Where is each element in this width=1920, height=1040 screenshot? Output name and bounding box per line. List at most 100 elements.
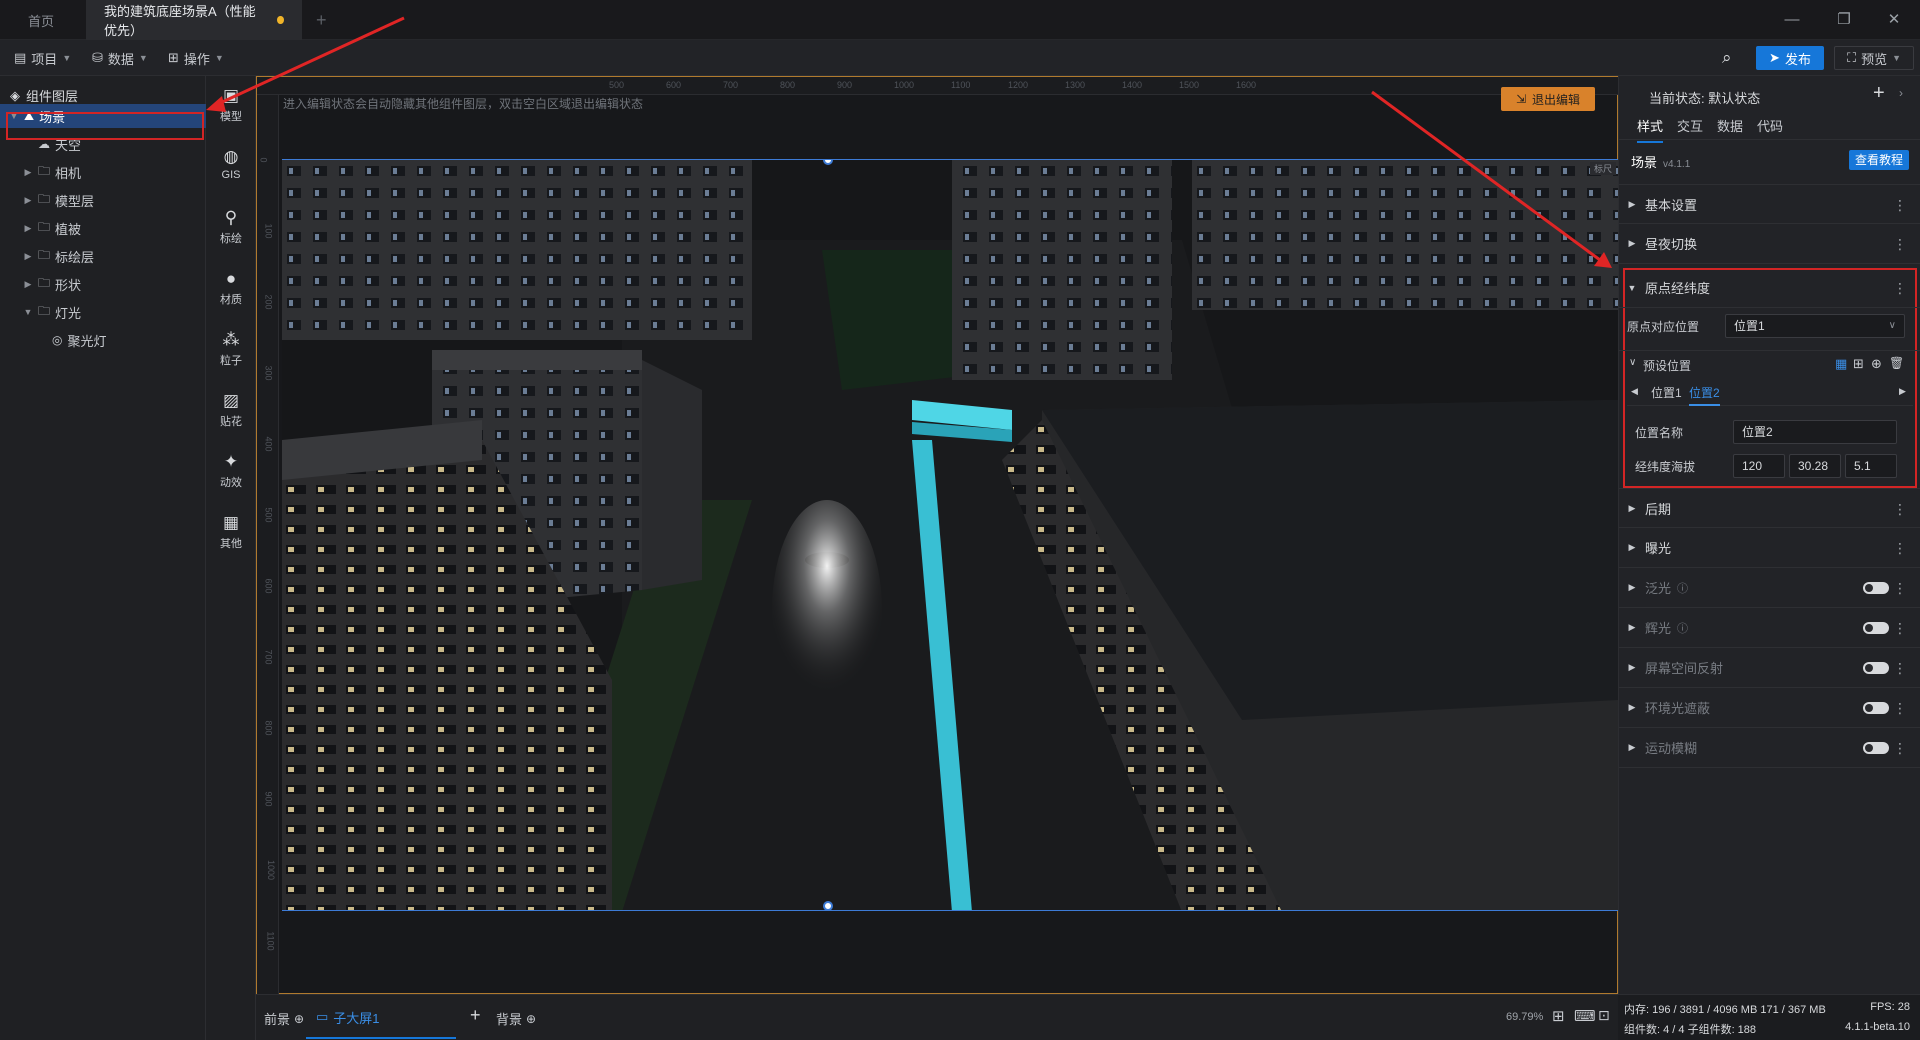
section-post[interactable]: ▶ 后期 ⋮ (1619, 488, 1920, 528)
ao-toggle[interactable] (1863, 702, 1889, 714)
next-arrow-icon[interactable]: ▶ (1899, 386, 1906, 397)
section-ssr[interactable]: ▶ 屏幕空间反射 ⋮ (1619, 648, 1920, 688)
section-ao[interactable]: ▶ 环境光遮蔽 ⋮ (1619, 688, 1920, 728)
tool-globe[interactable]: ◍ GIS (206, 141, 256, 193)
more-icon[interactable]: ⋮ (1893, 197, 1907, 214)
tool-decal[interactable]: ▨ 贴花 (206, 385, 256, 437)
trash-icon[interactable]: 🗑 (1889, 356, 1904, 370)
more-icon[interactable]: ⋮ (1893, 700, 1907, 717)
tool-effect[interactable]: ✦ 动效 (206, 446, 256, 498)
more-icon[interactable]: ⋮ (1893, 540, 1907, 557)
add-screen-button[interactable]: + (470, 1005, 481, 1026)
tool-particle[interactable]: ⁂ 粒子 (206, 324, 256, 376)
add-state-button[interactable]: + (1873, 82, 1885, 105)
layer-item[interactable]: ▶ 🗀 相机 (0, 160, 206, 184)
section-bloom[interactable]: ▶ 泛光 ⓘ ⋮ (1619, 568, 1920, 608)
menu-operate-label: 操作 (183, 51, 210, 67)
screen-tab-1[interactable]: ▭ 子大屏1 (306, 997, 456, 1039)
preset-tab-1[interactable]: 位置1 (1651, 384, 1682, 401)
resize-handle-bottom[interactable] (823, 901, 833, 910)
menu-data[interactable]: ⛁ 数据 ▼ (92, 46, 148, 70)
menu-project[interactable]: ▤ 项目 ▼ (14, 46, 71, 70)
tab-style[interactable]: 样式 (1637, 116, 1664, 143)
minimize-icon[interactable]: — (1782, 10, 1802, 30)
motion-blur-toggle[interactable] (1863, 742, 1889, 754)
help-icon[interactable]: ⓘ (1677, 620, 1688, 636)
more-icon[interactable]: ⋮ (1893, 620, 1907, 637)
layer-item[interactable]: ▶ 🗀 植被 (0, 216, 206, 240)
preview-button[interactable]: ⛶ 预览 ▼ (1834, 46, 1914, 70)
section-glow[interactable]: ▶ 辉光 ⓘ ⋮ (1619, 608, 1920, 648)
more-icon[interactable]: ⋮ (1893, 236, 1907, 253)
layer-item[interactable]: ◎ 聚光灯 (0, 328, 206, 352)
fit-screen-icon[interactable]: ⊞ (1552, 1007, 1565, 1025)
section-basic[interactable]: ▶ 基本设置 ⋮ (1619, 184, 1920, 224)
table-icon[interactable]: ⊞ (1853, 356, 1864, 372)
layer-item[interactable]: ▶ 🗀 标绘层 (0, 244, 206, 268)
add-circle-icon[interactable]: ⊕ (526, 1012, 536, 1026)
tab-data[interactable]: 数据 (1717, 116, 1743, 135)
more-icon[interactable]: ⋮ (1893, 740, 1907, 757)
layer-item[interactable]: ▼ 🗀 灯光 (0, 300, 206, 324)
close-icon[interactable]: ✕ (1884, 10, 1904, 30)
layout-icon[interactable]: ▦ (1835, 356, 1847, 372)
caret-right-icon[interactable]: ▶ (22, 279, 34, 290)
background-layer-tab[interactable]: 背景 ⊕ (496, 1009, 536, 1028)
add-circle-icon[interactable]: ⊕ (294, 1012, 304, 1026)
new-tab-button[interactable]: + (316, 10, 327, 31)
position-name-input[interactable]: 位置2 (1733, 420, 1897, 444)
more-icon[interactable]: ⋮ (1893, 660, 1907, 677)
section-daynight[interactable]: ▶ 昼夜切换 ⋮ (1619, 224, 1920, 264)
editor-canvas[interactable]: 500 600 700 800 900 1000 1100 1200 1300 1400 1500 1… (256, 76, 1619, 995)
caret-right-icon[interactable]: ▶ (22, 223, 34, 234)
preset-tab-2[interactable]: 位置2 (1689, 384, 1720, 406)
tab-home[interactable]: 首页 (10, 0, 72, 40)
exit-edit-button[interactable]: ⇲ 退出编辑 (1501, 87, 1595, 111)
prev-arrow-icon[interactable]: ◀ (1631, 386, 1638, 397)
section-exposure[interactable]: ▶ 曝光 ⋮ (1619, 528, 1920, 568)
tab-interaction[interactable]: 交互 (1677, 116, 1703, 135)
caret-right-icon[interactable]: ▶ (22, 251, 34, 262)
section-motion-blur[interactable]: ▶ 运动模糊 ⋮ (1619, 728, 1920, 768)
caret-down-icon[interactable]: ▼ (22, 307, 34, 317)
keyboard-icon[interactable]: ⌨ (1574, 1007, 1596, 1025)
caret-right-icon: ▶ (1628, 502, 1636, 513)
front-layer-label: 前景 (264, 1012, 291, 1027)
tool-pin[interactable]: ⚲ 标绘 (206, 202, 256, 254)
tab-code[interactable]: 代码 (1757, 116, 1783, 135)
latitude-input[interactable]: 30.28 (1789, 454, 1841, 478)
restore-icon[interactable]: ❐ (1834, 10, 1854, 30)
tool-material[interactable]: ● 材质 (206, 263, 256, 315)
more-icon[interactable]: ⋮ (1893, 580, 1907, 597)
ssr-toggle[interactable] (1863, 662, 1889, 674)
tool-grid[interactable]: ▦ 其他 (206, 507, 256, 559)
layers-title: 组件图层 (26, 89, 79, 104)
publish-button[interactable]: ➤ 发布 (1756, 46, 1824, 70)
help-icon[interactable]: ⓘ (1677, 580, 1688, 596)
origin-position-select[interactable]: 位置1 ∨ (1725, 314, 1905, 338)
more-icon[interactable]: ⋮ (1893, 501, 1907, 518)
layer-item[interactable]: ▶ 🗀 模型层 (0, 188, 206, 212)
layer-item[interactable]: ▶ 🗀 形状 (0, 272, 206, 296)
chevron-right-icon[interactable]: › (1899, 86, 1903, 100)
chevron-down-icon: ▼ (214, 53, 224, 63)
altitude-input[interactable]: 5.1 (1845, 454, 1897, 478)
tab-active-scene[interactable]: 我的建筑底座场景A（性能优先） (86, 0, 302, 40)
tool-model[interactable]: ▣ 模型 (206, 80, 256, 132)
menu-operate[interactable]: ⊞ 操作 ▼ (168, 46, 224, 70)
ruler-left-tick: 900 (263, 791, 274, 807)
section-origin[interactable]: ▼ 原点经纬度 ⋮ (1619, 268, 1920, 308)
search-icon[interactable]: ⌕ (1722, 48, 1732, 68)
bloom-toggle[interactable] (1863, 582, 1889, 594)
caret-right-icon[interactable]: ▶ (22, 195, 34, 206)
add-circle-icon[interactable]: ⊕ (1871, 356, 1882, 372)
caret-right-icon[interactable]: ▶ (22, 167, 34, 178)
chevron-down-icon[interactable]: ∨ (1629, 357, 1636, 368)
console-icon[interactable]: ⊡ (1598, 1007, 1610, 1024)
scene-viewport[interactable]: 标尺 (282, 159, 1618, 911)
longitude-input[interactable]: 120 (1733, 454, 1785, 478)
glow-toggle[interactable] (1863, 622, 1889, 634)
view-tutorial-button[interactable]: 查看教程 (1849, 150, 1909, 170)
front-layer-tab[interactable]: 前景 ⊕ (264, 1009, 304, 1028)
more-icon[interactable]: ⋮ (1893, 280, 1907, 297)
